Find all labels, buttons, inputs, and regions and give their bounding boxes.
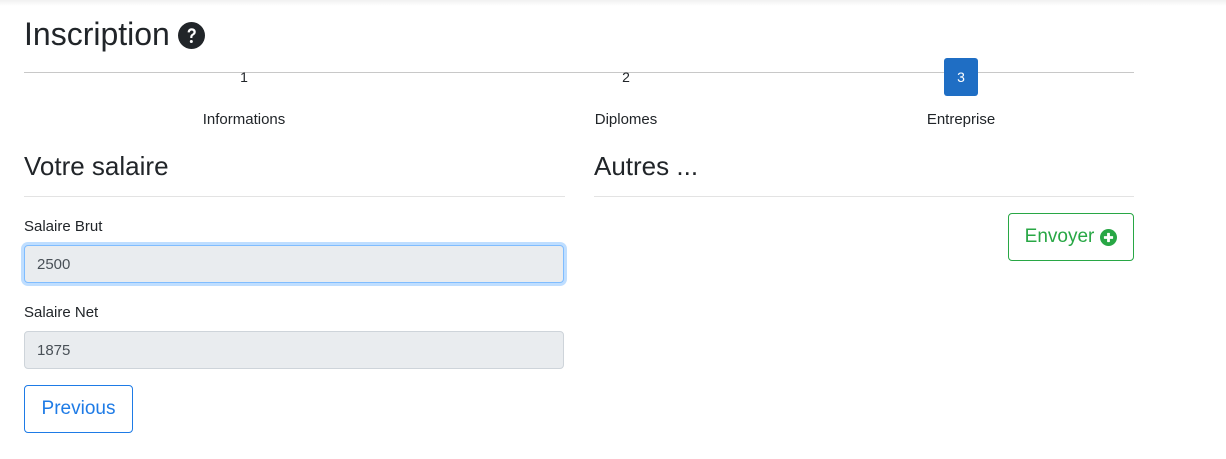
net-salary-input[interactable] bbox=[24, 331, 564, 369]
salary-section-heading: Votre salaire bbox=[24, 151, 169, 181]
salary-section-divider bbox=[24, 196, 565, 197]
step-3-label: Entreprise bbox=[926, 111, 996, 128]
net-salary-label: Salaire Net bbox=[24, 304, 99, 321]
step-3[interactable]: 3 bbox=[944, 58, 978, 96]
gross-salary-label: Salaire Brut bbox=[24, 218, 103, 235]
previous-button[interactable]: Previous bbox=[24, 385, 133, 433]
send-button[interactable]: Envoyer bbox=[1008, 213, 1134, 261]
registration-page: Inscription 1 2 3 Informations Diplomes … bbox=[0, 0, 1226, 459]
question-circle-icon[interactable] bbox=[177, 21, 205, 49]
page-title: Inscription bbox=[24, 14, 205, 54]
step-2[interactable]: 2 bbox=[609, 58, 643, 96]
send-button-label: Envoyer bbox=[1024, 226, 1095, 247]
step-1-number: 1 bbox=[240, 69, 248, 85]
page-title-text: Inscription bbox=[24, 16, 170, 52]
previous-button-label: Previous bbox=[41, 398, 116, 419]
plus-circle-icon bbox=[1100, 228, 1118, 246]
step-1-label: Informations bbox=[202, 111, 286, 128]
step-2-label: Diplomes bbox=[594, 111, 658, 128]
top-shadow bbox=[0, 0, 1226, 6]
step-2-number: 2 bbox=[622, 69, 630, 85]
other-section-divider bbox=[594, 196, 1134, 197]
step-1[interactable]: 1 bbox=[227, 58, 261, 96]
other-section-heading: Autres ... bbox=[594, 151, 699, 181]
gross-salary-input[interactable] bbox=[24, 245, 564, 283]
step-3-number: 3 bbox=[957, 69, 965, 85]
